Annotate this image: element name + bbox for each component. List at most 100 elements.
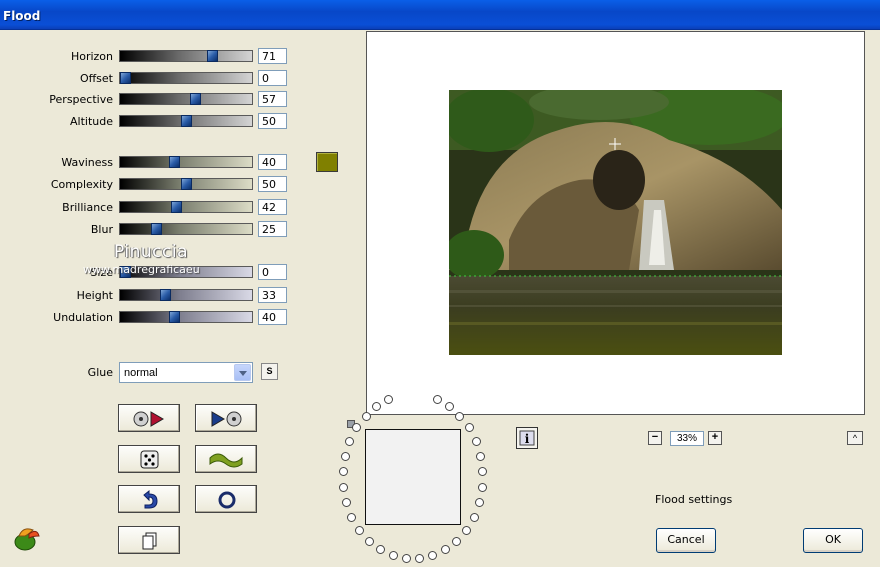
slider-label: Blur [90, 223, 113, 236]
perspective-slider[interactable] [119, 93, 253, 105]
slider-thumb[interactable] [150, 223, 162, 235]
navigator-dot[interactable] [355, 525, 365, 535]
zoom-in-button[interactable]: + [708, 431, 722, 445]
slider-label: Offset [79, 72, 113, 85]
ring-icon [218, 491, 236, 509]
slider-thumb[interactable] [206, 50, 218, 62]
slider-label: Height [76, 289, 113, 302]
slider-label: Complexity [50, 178, 113, 191]
info-button[interactable]: i [516, 427, 538, 449]
navigator-dot[interactable] [364, 536, 374, 546]
offset-value-field[interactable]: 0 [258, 70, 287, 86]
navigator-dot[interactable] [478, 467, 488, 477]
horizon-slider[interactable] [119, 50, 253, 62]
randomize-button[interactable] [118, 445, 180, 473]
slider-thumb[interactable] [160, 289, 172, 301]
height-value-field[interactable]: 33 [258, 287, 287, 303]
altitude-value-field[interactable]: 50 [258, 113, 287, 129]
navigator-dot[interactable] [440, 545, 450, 555]
navigator-dot[interactable] [415, 554, 425, 564]
slider-thumb[interactable] [181, 178, 192, 190]
collapse-button[interactable]: ^ [847, 431, 863, 445]
dice-icon [140, 450, 159, 469]
navigator-dot[interactable] [477, 482, 487, 492]
navigator-dot[interactable] [469, 512, 479, 522]
waviness-value-field[interactable]: 40 [258, 154, 287, 170]
watermark-name: Pinuccia [114, 242, 188, 262]
slider-thumb[interactable] [168, 156, 180, 168]
slider-label: Undulation [53, 311, 113, 324]
navigator-dot[interactable] [388, 551, 398, 561]
info-glyph: i [525, 432, 530, 446]
cancel-button[interactable]: Cancel [656, 528, 716, 553]
blur-value-field[interactable]: 25 [258, 221, 287, 237]
copy-button[interactable] [118, 526, 180, 554]
arrow-to-disk-icon [211, 411, 242, 427]
size-value-field[interactable]: 0 [258, 264, 287, 280]
zoom-out-button[interactable]: − [648, 431, 662, 445]
ok-button[interactable]: OK [803, 528, 863, 553]
undulation-value-field[interactable]: 40 [258, 309, 287, 325]
waviness-slider[interactable] [119, 156, 253, 168]
glue-label: Glue [87, 366, 113, 379]
slider-thumb[interactable] [189, 93, 201, 105]
glue-selected-value: normal [124, 367, 158, 379]
slider-label: Altitude [70, 115, 113, 128]
slider-thumb[interactable] [171, 201, 183, 213]
offset-slider[interactable] [119, 72, 253, 84]
preview-image[interactable] [449, 90, 782, 355]
complexity-slider[interactable] [119, 178, 253, 190]
load-preset-button[interactable] [118, 404, 180, 432]
navigator-dot[interactable] [444, 402, 454, 412]
undo-button[interactable] [118, 485, 180, 513]
complexity-value-field[interactable]: 50 [258, 176, 287, 192]
navigator-dot[interactable] [452, 536, 462, 546]
wave-button[interactable] [195, 445, 257, 473]
slider-thumb[interactable] [181, 115, 192, 127]
navigator-dot[interactable] [464, 423, 474, 433]
navigator-dot[interactable] [352, 423, 362, 433]
navigator-dot[interactable] [471, 436, 481, 446]
glue-select[interactable]: normal [119, 362, 253, 383]
navigator-dot[interactable] [455, 411, 465, 421]
slider-label: Perspective [49, 93, 113, 106]
navigator-dot[interactable] [376, 545, 386, 555]
slider-thumb[interactable] [120, 72, 131, 84]
slider-thumb[interactable] [168, 311, 180, 323]
horizon-value-field[interactable]: 71 [258, 48, 287, 64]
undo-icon [143, 489, 158, 509]
blur-slider[interactable] [119, 223, 253, 235]
navigator-dot[interactable] [428, 551, 438, 561]
navigator-dot[interactable] [339, 482, 349, 492]
plugin-logo-icon [14, 528, 40, 551]
navigator-dot[interactable] [345, 436, 355, 446]
navigator-dot[interactable] [432, 395, 442, 405]
navigator-dot[interactable] [342, 498, 352, 508]
color-swatch[interactable] [316, 152, 338, 172]
navigator-dot[interactable] [347, 512, 357, 522]
wave-icon [209, 453, 243, 468]
navigator-dot[interactable] [338, 467, 348, 477]
copy-icon [142, 532, 157, 550]
undulation-slider[interactable] [119, 311, 253, 323]
brilliance-value-field[interactable]: 42 [258, 199, 287, 215]
navigator-dot[interactable] [476, 451, 486, 461]
brilliance-slider[interactable] [119, 201, 253, 213]
chevron-down-icon[interactable] [234, 364, 251, 381]
glue-s-button[interactable]: S [261, 363, 278, 380]
save-preset-button[interactable] [195, 404, 257, 432]
perspective-value-field[interactable]: 57 [258, 91, 287, 107]
navigator-dot[interactable] [361, 411, 371, 421]
window-title: Flood [3, 9, 41, 23]
slider-label: Brilliance [62, 201, 113, 214]
altitude-slider[interactable] [119, 115, 253, 127]
navigator-dot[interactable] [401, 554, 411, 564]
navigator-dot[interactable] [461, 525, 471, 535]
navigator-dot[interactable] [340, 451, 350, 461]
reset-button[interactable] [195, 485, 257, 513]
height-slider[interactable] [119, 289, 253, 301]
navigator-dot[interactable] [474, 498, 484, 508]
slider-label: Waviness [61, 156, 113, 169]
navigator-thumbnail[interactable] [365, 429, 461, 525]
slider-label: Horizon [70, 50, 113, 63]
